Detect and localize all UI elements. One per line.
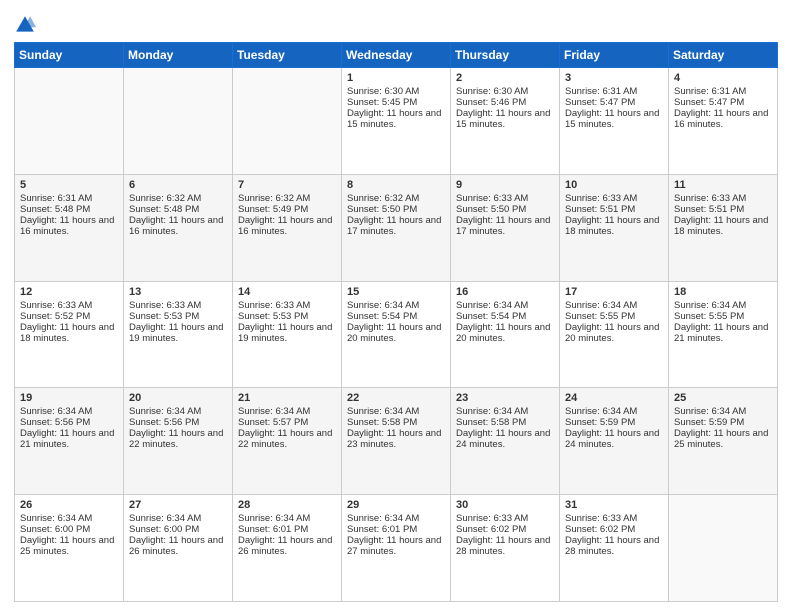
day-number: 17 bbox=[565, 286, 663, 298]
day-number: 3 bbox=[565, 72, 663, 84]
calendar-cell: 12Sunrise: 6:33 AMSunset: 5:52 PMDayligh… bbox=[15, 281, 124, 388]
calendar-cell bbox=[669, 495, 778, 602]
day-number: 11 bbox=[674, 179, 772, 191]
calendar-cell bbox=[124, 68, 233, 175]
calendar-week-row: 26Sunrise: 6:34 AMSunset: 6:00 PMDayligh… bbox=[15, 495, 778, 602]
day-number: 27 bbox=[129, 499, 227, 511]
calendar-cell bbox=[233, 68, 342, 175]
calendar-cell: 6Sunrise: 6:32 AMSunset: 5:48 PMDaylight… bbox=[124, 174, 233, 281]
calendar-cell: 18Sunrise: 6:34 AMSunset: 5:55 PMDayligh… bbox=[669, 281, 778, 388]
day-of-week-header: Monday bbox=[124, 43, 233, 68]
calendar-cell: 1Sunrise: 6:30 AMSunset: 5:45 PMDaylight… bbox=[342, 68, 451, 175]
calendar-cell: 9Sunrise: 6:33 AMSunset: 5:50 PMDaylight… bbox=[451, 174, 560, 281]
calendar-cell: 21Sunrise: 6:34 AMSunset: 5:57 PMDayligh… bbox=[233, 388, 342, 495]
calendar-cell: 29Sunrise: 6:34 AMSunset: 6:01 PMDayligh… bbox=[342, 495, 451, 602]
calendar-cell: 30Sunrise: 6:33 AMSunset: 6:02 PMDayligh… bbox=[451, 495, 560, 602]
day-number: 30 bbox=[456, 499, 554, 511]
calendar-cell: 3Sunrise: 6:31 AMSunset: 5:47 PMDaylight… bbox=[560, 68, 669, 175]
day-number: 4 bbox=[674, 72, 772, 84]
day-of-week-header: Thursday bbox=[451, 43, 560, 68]
day-number: 2 bbox=[456, 72, 554, 84]
calendar-week-row: 5Sunrise: 6:31 AMSunset: 5:48 PMDaylight… bbox=[15, 174, 778, 281]
calendar-cell: 15Sunrise: 6:34 AMSunset: 5:54 PMDayligh… bbox=[342, 281, 451, 388]
calendar-cell: 22Sunrise: 6:34 AMSunset: 5:58 PMDayligh… bbox=[342, 388, 451, 495]
day-number: 21 bbox=[238, 392, 336, 404]
day-number: 22 bbox=[347, 392, 445, 404]
day-of-week-header: Wednesday bbox=[342, 43, 451, 68]
calendar-cell: 5Sunrise: 6:31 AMSunset: 5:48 PMDaylight… bbox=[15, 174, 124, 281]
calendar-cell: 19Sunrise: 6:34 AMSunset: 5:56 PMDayligh… bbox=[15, 388, 124, 495]
day-of-week-header: Tuesday bbox=[233, 43, 342, 68]
day-number: 13 bbox=[129, 286, 227, 298]
header bbox=[14, 10, 778, 36]
logo-icon bbox=[14, 14, 36, 36]
calendar-cell: 20Sunrise: 6:34 AMSunset: 5:56 PMDayligh… bbox=[124, 388, 233, 495]
day-number: 15 bbox=[347, 286, 445, 298]
calendar: SundayMondayTuesdayWednesdayThursdayFrid… bbox=[14, 42, 778, 602]
calendar-cell: 26Sunrise: 6:34 AMSunset: 6:00 PMDayligh… bbox=[15, 495, 124, 602]
calendar-cell: 17Sunrise: 6:34 AMSunset: 5:55 PMDayligh… bbox=[560, 281, 669, 388]
calendar-week-row: 12Sunrise: 6:33 AMSunset: 5:52 PMDayligh… bbox=[15, 281, 778, 388]
calendar-header-row: SundayMondayTuesdayWednesdayThursdayFrid… bbox=[15, 43, 778, 68]
calendar-cell: 7Sunrise: 6:32 AMSunset: 5:49 PMDaylight… bbox=[233, 174, 342, 281]
day-number: 6 bbox=[129, 179, 227, 191]
calendar-cell: 23Sunrise: 6:34 AMSunset: 5:58 PMDayligh… bbox=[451, 388, 560, 495]
day-number: 31 bbox=[565, 499, 663, 511]
day-number: 10 bbox=[565, 179, 663, 191]
day-number: 9 bbox=[456, 179, 554, 191]
calendar-cell: 11Sunrise: 6:33 AMSunset: 5:51 PMDayligh… bbox=[669, 174, 778, 281]
day-number: 14 bbox=[238, 286, 336, 298]
calendar-cell: 24Sunrise: 6:34 AMSunset: 5:59 PMDayligh… bbox=[560, 388, 669, 495]
calendar-cell bbox=[15, 68, 124, 175]
calendar-cell: 14Sunrise: 6:33 AMSunset: 5:53 PMDayligh… bbox=[233, 281, 342, 388]
calendar-cell: 2Sunrise: 6:30 AMSunset: 5:46 PMDaylight… bbox=[451, 68, 560, 175]
calendar-cell: 31Sunrise: 6:33 AMSunset: 6:02 PMDayligh… bbox=[560, 495, 669, 602]
calendar-week-row: 1Sunrise: 6:30 AMSunset: 5:45 PMDaylight… bbox=[15, 68, 778, 175]
logo bbox=[14, 14, 38, 36]
calendar-cell: 28Sunrise: 6:34 AMSunset: 6:01 PMDayligh… bbox=[233, 495, 342, 602]
day-number: 25 bbox=[674, 392, 772, 404]
day-number: 24 bbox=[565, 392, 663, 404]
day-number: 1 bbox=[347, 72, 445, 84]
day-of-week-header: Friday bbox=[560, 43, 669, 68]
calendar-cell: 16Sunrise: 6:34 AMSunset: 5:54 PMDayligh… bbox=[451, 281, 560, 388]
day-of-week-header: Sunday bbox=[15, 43, 124, 68]
calendar-cell: 13Sunrise: 6:33 AMSunset: 5:53 PMDayligh… bbox=[124, 281, 233, 388]
day-number: 28 bbox=[238, 499, 336, 511]
calendar-cell: 25Sunrise: 6:34 AMSunset: 5:59 PMDayligh… bbox=[669, 388, 778, 495]
day-number: 23 bbox=[456, 392, 554, 404]
day-number: 16 bbox=[456, 286, 554, 298]
calendar-week-row: 19Sunrise: 6:34 AMSunset: 5:56 PMDayligh… bbox=[15, 388, 778, 495]
calendar-cell: 8Sunrise: 6:32 AMSunset: 5:50 PMDaylight… bbox=[342, 174, 451, 281]
day-number: 12 bbox=[20, 286, 118, 298]
day-number: 26 bbox=[20, 499, 118, 511]
day-of-week-header: Saturday bbox=[669, 43, 778, 68]
page: SundayMondayTuesdayWednesdayThursdayFrid… bbox=[0, 0, 792, 612]
day-number: 5 bbox=[20, 179, 118, 191]
day-number: 18 bbox=[674, 286, 772, 298]
calendar-cell: 4Sunrise: 6:31 AMSunset: 5:47 PMDaylight… bbox=[669, 68, 778, 175]
day-number: 19 bbox=[20, 392, 118, 404]
day-number: 29 bbox=[347, 499, 445, 511]
calendar-cell: 27Sunrise: 6:34 AMSunset: 6:00 PMDayligh… bbox=[124, 495, 233, 602]
day-number: 20 bbox=[129, 392, 227, 404]
day-number: 8 bbox=[347, 179, 445, 191]
calendar-cell: 10Sunrise: 6:33 AMSunset: 5:51 PMDayligh… bbox=[560, 174, 669, 281]
day-number: 7 bbox=[238, 179, 336, 191]
